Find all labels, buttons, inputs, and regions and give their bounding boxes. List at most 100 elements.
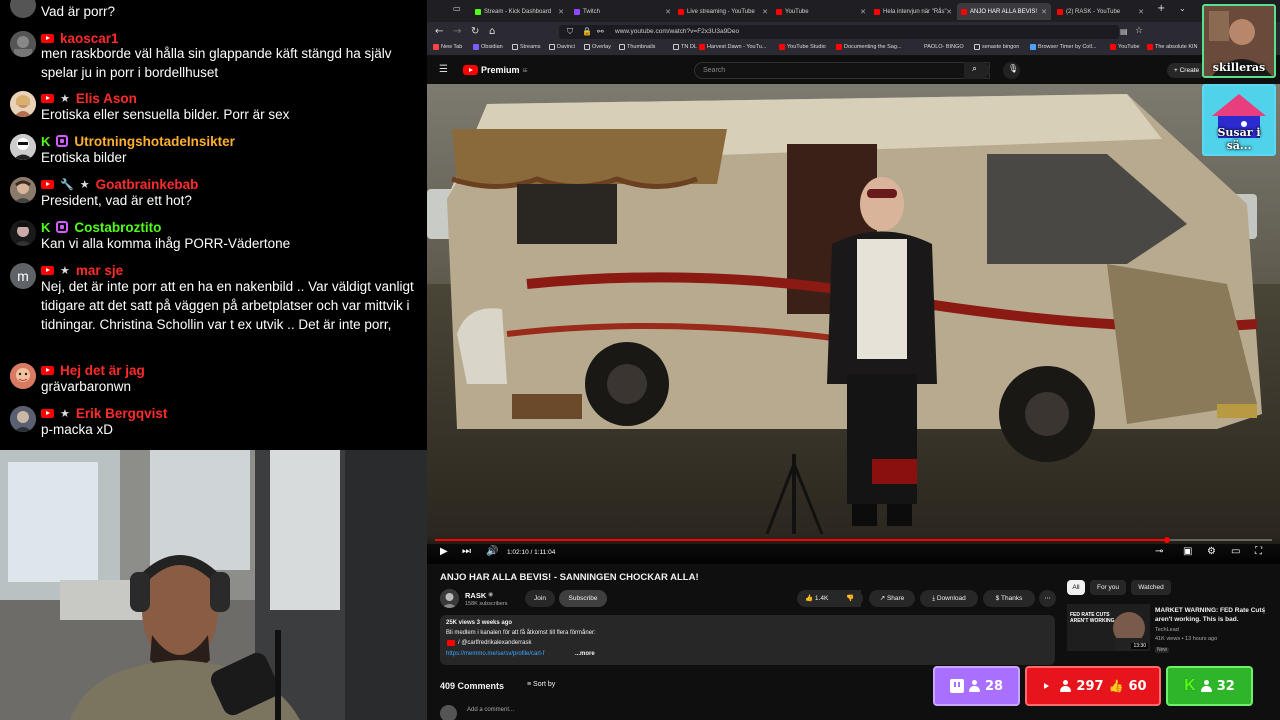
add-comment-input[interactable]: Add a comment... [467, 707, 514, 713]
search-button[interactable]: ⌕ [964, 62, 990, 79]
chat-avatar [10, 91, 36, 117]
back-icon[interactable]: ← [435, 26, 443, 37]
close-icon[interactable]: ✕ [665, 8, 671, 16]
chat-username[interactable]: mar sje [76, 263, 123, 278]
tab-interview[interactable]: Hela intervjun när "Rås" ✕ [870, 3, 956, 20]
autoplay-toggle-icon[interactable]: ⊸ [1155, 546, 1163, 557]
chat-username[interactable]: Erik Bergqvist [76, 406, 168, 421]
description-box[interactable]: 25K views 3 weeks ago Bli medlem i kanal… [440, 615, 1055, 665]
bookmark-item[interactable]: senaste bingon [974, 44, 1019, 50]
bookmark-icon [1030, 44, 1036, 50]
chat-username[interactable]: Elis Ason [76, 91, 137, 106]
bookmark-icon [433, 44, 439, 50]
bookmark-item[interactable]: Obsidian [473, 44, 503, 50]
tab-kick-dashboard[interactable]: Stream - Kick Dashboard ✕ [471, 3, 568, 20]
channel-name[interactable]: RASK [465, 591, 486, 600]
progress-bar[interactable] [435, 537, 1272, 543]
chat-username[interactable]: Goatbrainkebab [96, 177, 199, 192]
youtube-favicon-icon [1147, 44, 1153, 50]
share-button[interactable]: ↗ Share [869, 590, 915, 607]
subtitles-icon[interactable]: ▣ [1183, 546, 1192, 557]
close-icon[interactable]: ✕ [1138, 8, 1144, 16]
thanks-button[interactable]: $ Thanks [983, 590, 1035, 607]
reload-icon[interactable]: ↻ [471, 26, 479, 37]
more-vertical-icon[interactable]: ⋮ [1260, 606, 1268, 615]
memmo-link[interactable]: https://memmo.me/se/sv/profile/carl-f [446, 651, 544, 657]
close-icon[interactable]: ✕ [860, 8, 866, 16]
download-button[interactable]: ⤓ Download [920, 590, 978, 607]
tab-twitch[interactable]: Twitch ✕ [570, 3, 675, 20]
tab-current-video[interactable]: ANJO HAR ALLA BEVIS! ✕ [957, 3, 1051, 20]
bookmark-item[interactable]: Browser Timer by Coll... [1030, 44, 1096, 50]
new-tab-icon[interactable]: + [1157, 3, 1165, 14]
play-icon[interactable]: ▶ [440, 546, 448, 557]
close-icon[interactable]: ✕ [1041, 8, 1047, 16]
bookmark-item[interactable]: New Tab [433, 44, 462, 50]
video-player[interactable] [427, 84, 1280, 544]
show-more-link[interactable]: ...more [575, 651, 595, 657]
twitch-favicon-icon [574, 8, 580, 15]
fullscreen-icon[interactable]: ⛶ [1255, 546, 1262, 557]
bookmark-item[interactable]: Harvest Dawn - YouTu... [699, 44, 766, 50]
youtube-favicon-icon [776, 8, 782, 15]
bookmark-item[interactable]: Documenting the Sag... [836, 44, 901, 50]
theater-mode-icon[interactable]: ▭ [1231, 546, 1240, 557]
bookmark-folder[interactable]: Thumbnails [619, 44, 655, 50]
youtube-logo[interactable]: Premium SE [463, 65, 528, 75]
bookmark-item[interactable]: YouTube Studio [779, 44, 826, 50]
forward-icon[interactable]: → [453, 26, 461, 37]
chat-text: men raskborde väl hålla sin glappande kä… [41, 46, 392, 80]
thumbnail-text: FED RATE CUTS AREN'T WORKING [1070, 612, 1115, 624]
close-icon[interactable]: ✕ [946, 8, 952, 16]
recommended-title[interactable]: MARKET WARNING: FED Rate Cuts aren't wor… [1155, 606, 1273, 624]
chat-username[interactable]: Costabroztito [74, 220, 161, 235]
chip-for-you[interactable]: For you [1090, 580, 1126, 595]
tab-rask-channel[interactable]: (2) RASK - YouTube ✕ [1053, 3, 1148, 20]
chat-username[interactable]: Hej det är jag [60, 363, 145, 378]
more-actions-button[interactable]: ⋯ [1039, 590, 1056, 607]
bookmark-star-icon[interactable]: ☆ [1135, 26, 1143, 36]
chip-all[interactable]: All [1067, 580, 1085, 595]
permissions-icon[interactable]: ⚯ [597, 27, 604, 36]
lock-icon[interactable]: 🔒 [582, 27, 592, 36]
bookmark-folder[interactable]: TN DL [673, 44, 697, 50]
tab-list-icon[interactable]: ▭ [453, 4, 461, 13]
bookmark-item[interactable]: The absolute KIN [1147, 44, 1198, 50]
close-icon[interactable]: ✕ [762, 8, 768, 16]
url-text[interactable]: www.youtube.com/watch?v=F2x3U3a9Deo [615, 28, 739, 35]
menu-icon[interactable]: ☰ [439, 64, 448, 75]
bookmark-folder[interactable]: Davinci [549, 44, 575, 50]
reader-view-icon[interactable]: ▤ [1120, 27, 1128, 36]
join-button[interactable]: Join [525, 590, 555, 607]
chevron-down-icon[interactable]: ⌄ [1179, 4, 1186, 13]
next-icon[interactable]: ⏭ [462, 546, 471, 557]
chip-watched[interactable]: Watched [1131, 580, 1171, 595]
tab-youtube[interactable]: YouTube ✕ [772, 3, 870, 20]
home-icon[interactable]: ⌂ [489, 26, 495, 37]
folder-icon [974, 44, 980, 50]
bookmark-folder[interactable]: Overlay [584, 44, 611, 50]
video-duration: 13:30 [1131, 643, 1148, 649]
channel-avatar[interactable] [440, 589, 459, 608]
voice-search-button[interactable]: 🎙 [1003, 62, 1020, 79]
subscribe-button[interactable]: Subscribe [559, 590, 607, 607]
create-button[interactable]: + Create [1167, 63, 1207, 78]
dislike-button[interactable]: 👎 [837, 590, 863, 607]
volume-icon[interactable]: 🔊 [486, 546, 498, 557]
youtube-header: ☰ Premium SE Search ⌕ 🎙 + Create [427, 57, 1280, 84]
bookmark-folder[interactable]: Streams [512, 44, 540, 50]
tab-live-streaming[interactable]: Live streaming - YouTube ✕ [674, 3, 772, 20]
bookmark-item[interactable]: PAOLO- BINGO [924, 44, 964, 50]
chat-username[interactable]: UtrotningshotadeInsikter [74, 134, 235, 149]
channel-link[interactable]: / @carlfredrikalexanderrask [458, 640, 531, 646]
bookmark-item[interactable]: YouTube [1110, 44, 1140, 50]
recommended-thumbnail[interactable]: FED RATE CUTS AREN'T WORKING 13:30 [1067, 604, 1150, 651]
star-icon: ★ [60, 263, 70, 277]
recommended-channel[interactable]: TechLead [1155, 627, 1179, 633]
settings-gear-icon[interactable]: ⚙ [1207, 546, 1216, 557]
shield-icon[interactable]: ⛉ [567, 27, 573, 37]
search-input[interactable]: Search [694, 62, 990, 79]
sort-comments-button[interactable]: ≡ Sort by [527, 681, 555, 688]
close-icon[interactable]: ✕ [558, 8, 564, 16]
bookmarks-bar: New Tab Obsidian Streams Davinci Overlay… [427, 42, 1280, 56]
